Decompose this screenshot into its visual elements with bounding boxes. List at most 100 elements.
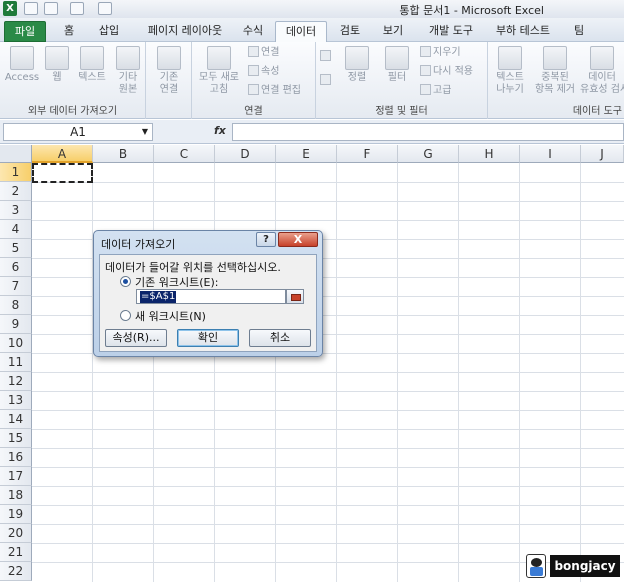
data-validation-button[interactable]: 데이터유효성 검사 <box>580 46 624 96</box>
edit-links-button[interactable]: 연결 편집 <box>248 84 301 98</box>
other-sources-icon <box>116 46 140 70</box>
new-worksheet-label[interactable]: 새 워크시트(N) <box>135 308 206 324</box>
row-header-1[interactable]: 1 <box>0 163 32 182</box>
sort-az-button[interactable] <box>320 50 333 64</box>
excel-app-icon[interactable]: X <box>3 1 17 16</box>
undo-icon[interactable] <box>44 2 58 15</box>
edit-links-icon <box>248 84 259 95</box>
column-header-c[interactable]: C <box>154 145 215 163</box>
web-button[interactable]: 웹 <box>44 46 70 84</box>
row-header-17[interactable]: 17 <box>0 467 32 486</box>
existing-connections-button[interactable]: 기존 연결 <box>154 46 184 96</box>
data-validation-icon <box>590 46 614 70</box>
tab-formulas[interactable]: 수식 <box>236 21 270 42</box>
row-header-16[interactable]: 16 <box>0 448 32 467</box>
watermark: bongjacy <box>524 553 622 579</box>
row-header-22[interactable]: 22 <box>0 562 32 581</box>
reapply-button[interactable]: 다시 적용 <box>420 65 473 79</box>
tab-page-layout[interactable]: 페이지 레이아웃 <box>136 21 234 42</box>
row-header-12[interactable]: 12 <box>0 372 32 391</box>
row-header-4[interactable]: 4 <box>0 220 32 239</box>
row-header-7[interactable]: 7 <box>0 277 32 296</box>
cancel-button[interactable]: 취소 <box>249 329 311 347</box>
formula-input[interactable] <box>232 123 624 141</box>
row-header-3[interactable]: 3 <box>0 201 32 220</box>
collapse-dialog-icon[interactable] <box>286 289 304 304</box>
row-header-10[interactable]: 10 <box>0 334 32 353</box>
row-header-13[interactable]: 13 <box>0 391 32 410</box>
properties-dialog-button[interactable]: 속성(R)... <box>105 329 167 347</box>
tab-load-test[interactable]: 부하 테스트 <box>488 21 558 42</box>
row-header-2[interactable]: 2 <box>0 182 32 201</box>
row-header-21[interactable]: 21 <box>0 543 32 562</box>
ok-button[interactable]: 확인 <box>177 329 239 347</box>
text-to-columns-icon <box>498 46 522 70</box>
quick-access-icon[interactable] <box>98 2 112 15</box>
row-header-18[interactable]: 18 <box>0 486 32 505</box>
redo-icon[interactable] <box>70 2 84 15</box>
close-button[interactable]: X <box>278 232 318 247</box>
advanced-filter-button[interactable]: 고급 <box>420 84 451 98</box>
properties-button[interactable]: 속성 <box>248 65 279 79</box>
existing-worksheet-label[interactable]: 기존 워크시트(E): <box>135 274 218 290</box>
refresh-all-button[interactable]: 모두 새로 고침 <box>196 46 242 96</box>
grid-line <box>32 448 624 449</box>
connections-button[interactable]: 연결 <box>248 46 279 60</box>
dialog-title: 데이터 가져오기 <box>101 238 176 251</box>
save-icon[interactable] <box>24 2 38 15</box>
column-header-j[interactable]: J <box>581 145 624 163</box>
help-button[interactable]: ? <box>256 232 276 247</box>
column-header-h[interactable]: H <box>459 145 520 163</box>
tab-review[interactable]: 검토 <box>333 21 367 42</box>
row-header-5[interactable]: 5 <box>0 239 32 258</box>
grid-line <box>32 182 624 183</box>
grid-line <box>32 486 624 487</box>
column-header-a[interactable]: A <box>32 145 93 163</box>
row-header-9[interactable]: 9 <box>0 315 32 334</box>
chevron-down-icon[interactable]: ▼ <box>142 124 148 140</box>
tab-data[interactable]: 데이터 <box>275 21 327 42</box>
cell-reference-input[interactable]: =$A$1 <box>136 289 286 304</box>
row-header-14[interactable]: 14 <box>0 410 32 429</box>
new-worksheet-radio[interactable] <box>120 310 131 321</box>
existing-worksheet-radio[interactable] <box>120 276 131 287</box>
row-header-11[interactable]: 11 <box>0 353 32 372</box>
row-header-20[interactable]: 20 <box>0 524 32 543</box>
row-header-8[interactable]: 8 <box>0 296 32 315</box>
select-all-corner[interactable] <box>0 145 32 163</box>
worksheet-grid[interactable]: A B C D E F G H I J 1 2 3 4 5 6 7 8 9 10… <box>0 145 624 582</box>
column-header-d[interactable]: D <box>215 145 276 163</box>
sort-button[interactable]: 정렬 <box>342 46 372 84</box>
column-header-g[interactable]: G <box>398 145 459 163</box>
active-cell-a1[interactable] <box>32 163 93 183</box>
access-button[interactable]: Access <box>4 46 40 84</box>
sort-descending-icon <box>320 74 331 85</box>
text-button[interactable]: 텍스트 <box>74 46 110 84</box>
column-header-f[interactable]: F <box>337 145 398 163</box>
dialog-body: 데이터가 들어갈 위치를 선택하십시오. 기존 워크시트(E): =$A$1 새… <box>99 254 317 352</box>
tab-team[interactable]: 팀 <box>568 21 590 42</box>
row-header-15[interactable]: 15 <box>0 429 32 448</box>
filter-button[interactable]: 필터 <box>382 46 412 84</box>
column-header-e[interactable]: E <box>276 145 337 163</box>
remove-duplicates-button[interactable]: 중복된 항목 제거 <box>532 46 578 96</box>
formula-bar: A1 ▼ fx <box>0 120 624 144</box>
name-box[interactable]: A1 ▼ <box>3 123 153 141</box>
tab-developer[interactable]: 개발 도구 <box>420 21 482 42</box>
clear-filter-button[interactable]: 지우기 <box>420 46 461 60</box>
tab-view[interactable]: 보기 <box>374 21 412 42</box>
sort-icon <box>345 46 369 70</box>
other-sources-button[interactable]: 기타 원본 <box>112 46 144 96</box>
text-to-columns-button[interactable]: 텍스트 나누기 <box>492 46 528 96</box>
row-header-19[interactable]: 19 <box>0 505 32 524</box>
insert-function-button[interactable]: fx <box>214 124 226 137</box>
sort-za-button[interactable] <box>320 74 333 88</box>
group-connections: 모두 새로 고침 연결 속성 연결 편집 연결 <box>192 42 316 119</box>
column-header-i[interactable]: I <box>520 145 581 163</box>
column-header-b[interactable]: B <box>93 145 154 163</box>
tab-insert[interactable]: 삽입 <box>90 21 128 42</box>
tab-home[interactable]: 홈 <box>54 21 84 42</box>
row-header-6[interactable]: 6 <box>0 258 32 277</box>
group-get-external-data: Access 웹 텍스트 기타 원본 외부 데이터 가져오기 <box>0 42 146 119</box>
tab-file[interactable]: 파일 <box>4 21 46 42</box>
